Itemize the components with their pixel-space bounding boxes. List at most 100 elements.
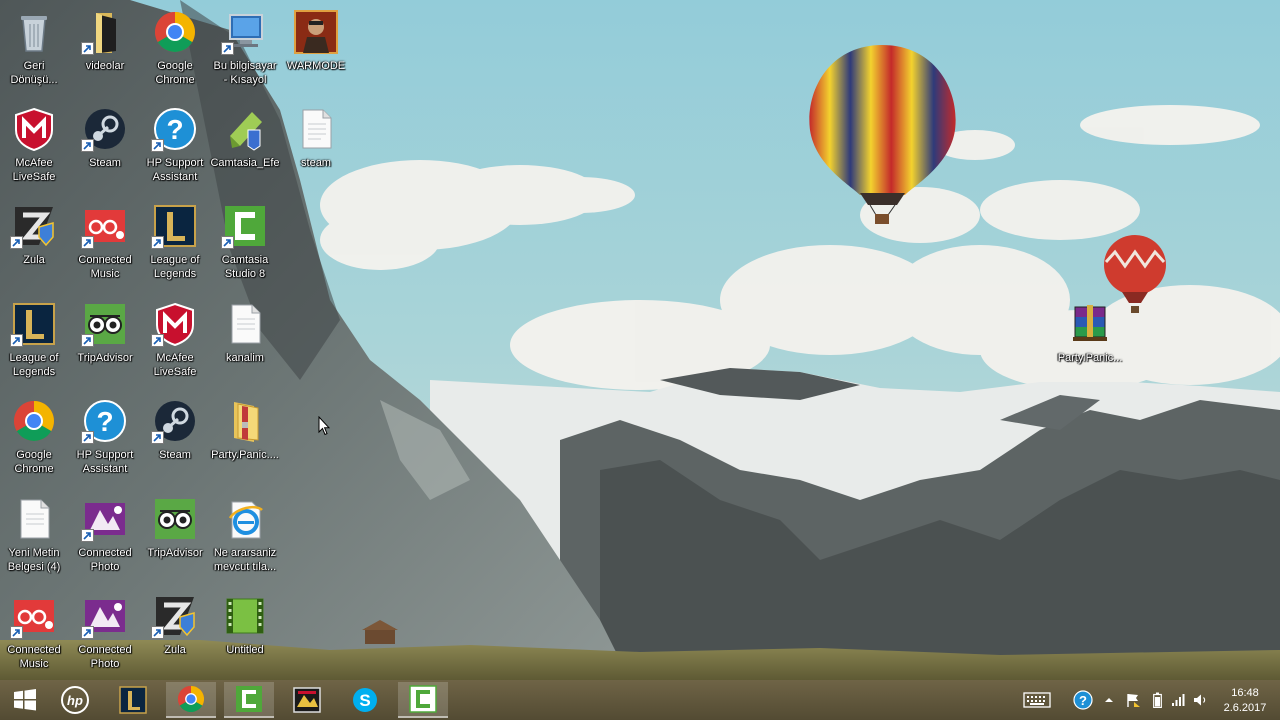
- touch-keyboard-button[interactable]: [1022, 690, 1052, 710]
- connected-photo-icon: [81, 495, 129, 543]
- desktop-icon-label: Steam: [159, 449, 191, 461]
- desktop-icon-connected-photo-2[interactable]: Connected Photo: [69, 588, 141, 680]
- desktop-icon-label: Connected Music: [7, 644, 61, 670]
- warmode-icon: [293, 687, 321, 713]
- taskbar-league-button[interactable]: [108, 682, 158, 718]
- desktop-icon-connected-photo[interactable]: Connected Photo: [69, 491, 141, 583]
- start-button[interactable]: [0, 682, 50, 718]
- desktop-icon-label: WARMODE: [286, 60, 346, 72]
- desktop-icon-label: McAfee LiveSafe: [12, 157, 56, 183]
- desktop-icon-kanalim[interactable]: kanalim: [209, 296, 281, 388]
- hp-support-icon: ?: [81, 397, 129, 445]
- desktop-icon-party-panic-rar[interactable]: Party.Panic...: [1054, 296, 1126, 388]
- desktop-icon-connected-music-2[interactable]: Connected Music: [0, 588, 70, 680]
- desktop-icon-untitled[interactable]: Untitled: [209, 588, 281, 680]
- volume-button[interactable]: [1192, 690, 1210, 710]
- desktop-icon-zula[interactable]: Zula: [0, 198, 70, 290]
- desktop-icon-label: Untitled: [226, 644, 264, 656]
- text-file-icon: [221, 300, 269, 348]
- clock-date: 2.6.2017: [1223, 702, 1267, 714]
- shortcut-arrow-icon: [81, 42, 94, 55]
- skype-icon: S: [353, 688, 377, 712]
- connected-music-icon: [10, 592, 58, 640]
- desktop-icon-steam-text[interactable]: steam: [280, 101, 352, 193]
- desktop-icon-label: Google Chrome: [14, 449, 54, 475]
- desktop-icon-mcafee-2[interactable]: McAfee LiveSafe: [139, 296, 211, 388]
- text-file-icon: [10, 495, 58, 543]
- taskbar-warmode-button[interactable]: [282, 682, 332, 718]
- taskbar-chrome-button[interactable]: [166, 682, 216, 718]
- desktop-icon-league-of-legends[interactable]: League of Legends: [139, 198, 211, 290]
- svg-text:hp: hp: [67, 693, 83, 708]
- desktop-icon-label: Connected Music: [78, 254, 132, 280]
- desktop-icon-tripadvisor[interactable]: TripAdvisor: [69, 296, 141, 388]
- desktop-icon-party-panic-zip[interactable]: Party.Panic....: [209, 393, 281, 485]
- league-icon: [151, 202, 199, 250]
- desktop-icon-label: Camtasia Studio 8: [221, 254, 269, 280]
- desktop-icon-videolar[interactable]: videolar: [69, 4, 141, 96]
- taskbar-clock[interactable]: 16:48 2.6.2017: [1214, 686, 1276, 716]
- desktop-icon-league-of-legends-2[interactable]: League of Legends: [0, 296, 70, 388]
- recycle-bin-icon: [10, 8, 58, 56]
- action-center-button[interactable]: [1124, 690, 1142, 710]
- flag-icon: [1127, 694, 1140, 707]
- svg-text:?: ?: [96, 406, 113, 437]
- camtasia-project-icon: [221, 105, 269, 153]
- desktop-icon-label: Zula: [164, 644, 186, 656]
- zip-folder-icon: [221, 397, 269, 445]
- network-button[interactable]: [1170, 690, 1186, 710]
- clock-time: 16:48: [1231, 687, 1259, 699]
- league-icon: [119, 686, 147, 714]
- desktop-icon-camtasia-efe[interactable]: Camtasia_Efe: [209, 101, 281, 193]
- shortcut-arrow-icon: [10, 334, 23, 347]
- svg-text:S: S: [359, 691, 370, 710]
- desktop-icon-hp-support[interactable]: ? HP Support Assistant: [139, 101, 211, 193]
- steam-icon: [151, 397, 199, 445]
- chrome-icon: [10, 397, 58, 445]
- desktop-icon-recycle-bin[interactable]: Geri Dönüşü...: [0, 4, 70, 96]
- desktop-icon-label: TripAdvisor: [147, 547, 203, 559]
- taskbar-camtasia-recorder-button[interactable]: [398, 682, 448, 718]
- desktop-icon-steam-2[interactable]: Steam: [139, 393, 211, 485]
- desktop-icon-google-chrome-2[interactable]: Google Chrome: [0, 393, 70, 485]
- desktop-icon-label: Ne ararsaniz mevcut tıla...: [213, 547, 277, 573]
- desktop-icon-label: Yeni Metin Belgesi (4): [7, 547, 61, 573]
- hp-help-tray-button[interactable]: ?: [1072, 690, 1094, 710]
- desktop-icon-camtasia-studio[interactable]: Camtasia Studio 8: [209, 198, 281, 290]
- show-hidden-icons-button[interactable]: [1102, 690, 1116, 710]
- desktop-icon-label: Connected Photo: [78, 644, 132, 670]
- desktop-icon-this-pc[interactable]: Bu bilgisayar - Kısayol: [209, 4, 281, 96]
- hp-logo-icon: hp: [61, 686, 89, 714]
- desktop-icon-label: Camtasia_Efe: [210, 157, 280, 169]
- volume-icon: [1194, 694, 1206, 706]
- desktop-icon-steam[interactable]: Steam: [69, 101, 141, 193]
- desktop-icon-label: Google Chrome: [155, 60, 195, 86]
- desktop-icon-label: Bu bilgisayar - Kısayol: [213, 60, 277, 86]
- desktop-icon-mcafee[interactable]: McAfee LiveSafe: [0, 101, 70, 193]
- taskbar-camtasia-button[interactable]: [224, 682, 274, 718]
- desktop-icon-label: League of Legends: [9, 352, 59, 378]
- desktop-icon-connected-music[interactable]: Connected Music: [69, 198, 141, 290]
- shortcut-arrow-icon: [10, 236, 23, 249]
- desktop-icon-label: steam: [301, 157, 331, 169]
- desktop-icon-yeni-metin[interactable]: Yeni Metin Belgesi (4): [0, 491, 70, 583]
- desktop-icon-warmode[interactable]: WARMODE: [280, 4, 352, 96]
- shortcut-arrow-icon: [81, 139, 94, 152]
- mcafee-icon: [151, 300, 199, 348]
- desktop-icon-ne-ararsaniz[interactable]: Ne ararsaniz mevcut tıla...: [209, 491, 281, 583]
- camtasia-recorder-icon: [409, 685, 437, 713]
- desktop-icon-google-chrome[interactable]: Google Chrome: [139, 4, 211, 96]
- taskbar-hp-button[interactable]: hp: [50, 682, 100, 718]
- desktop-icon-zula-2[interactable]: Zula: [139, 588, 211, 680]
- taskbar-skype-button[interactable]: S: [340, 682, 390, 718]
- desktop-icon-hp-support-2[interactable]: ? HP Support Assistant: [69, 393, 141, 485]
- tripadvisor-icon: [151, 495, 199, 543]
- svg-text:?: ?: [166, 114, 183, 145]
- desktop-icon-label: Zula: [23, 254, 45, 266]
- battery-button[interactable]: [1150, 690, 1164, 710]
- zula-icon: [151, 592, 199, 640]
- chrome-icon: [151, 8, 199, 56]
- desktop-icon-tripadvisor-2[interactable]: TripAdvisor: [139, 491, 211, 583]
- desktop-icon-label: HP Support Assistant: [76, 449, 134, 475]
- shortcut-arrow-icon: [81, 626, 94, 639]
